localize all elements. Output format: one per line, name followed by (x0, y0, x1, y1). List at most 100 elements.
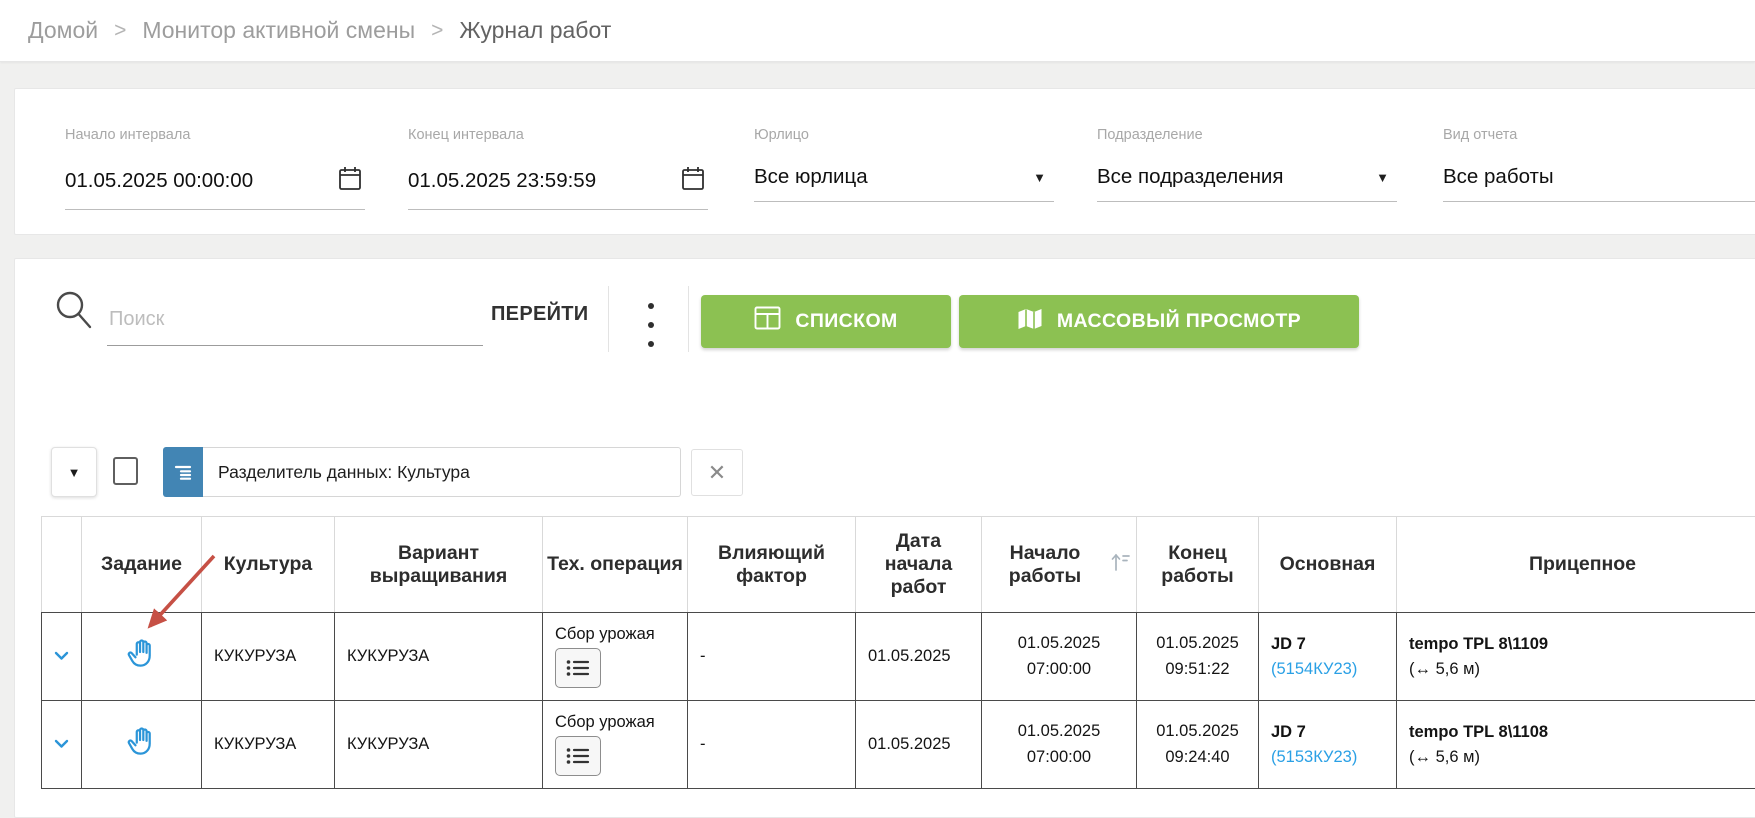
go-button[interactable]: ПЕРЕЙТИ (483, 299, 596, 330)
table-row: КУКУРУЗА КУКУРУЗА Сбор урожая - 01.05.20… (42, 701, 1755, 789)
breadcrumb-separator-icon: > (114, 19, 126, 43)
interval-end-input[interactable] (408, 169, 648, 193)
manual-task-hand-icon[interactable] (125, 724, 159, 763)
operation-details-button[interactable] (555, 648, 601, 688)
report-type-select[interactable]: Вид отчета Все работы (1443, 127, 1755, 202)
table-row: КУКУРУЗА КУКУРУЗА Сбор урожая - 01.05.20… (42, 613, 1755, 701)
work-end-cell: 01.05.2025 09:24:40 (1137, 701, 1259, 789)
division-select[interactable]: Подразделение Все подразделения ▼ (1097, 127, 1397, 202)
header-culture[interactable]: Культура (202, 517, 335, 613)
chevron-down-icon: ▼ (1033, 170, 1046, 185)
header-factor[interactable]: Влияющий фактор (688, 517, 856, 613)
report-type-value: Все работы (1443, 165, 1683, 189)
trailer-name: tempo TPL 8\1108 (1409, 720, 1755, 745)
work-start-cell: 01.05.2025 07:00:00 (982, 701, 1137, 789)
work-start-time: 07:00:00 (994, 657, 1124, 683)
group-expander-button[interactable]: ▼ (51, 447, 97, 497)
work-end-date: 01.05.2025 (1149, 719, 1246, 745)
legal-entity-label: Юрлицо (754, 127, 1054, 143)
data-separator-control: Разделитель данных: Культура (163, 447, 681, 497)
header-trailer[interactable]: Прицепное (1397, 517, 1755, 613)
work-start-date: 01.05.2025 (994, 631, 1124, 657)
sort-ascending-icon[interactable] (1110, 550, 1132, 580)
header-work-start-label: Начало работы (986, 542, 1104, 588)
search-icon (53, 287, 95, 336)
calendar-icon[interactable] (680, 165, 706, 197)
row-expand-chevron-icon[interactable] (54, 737, 69, 752)
work-end-time: 09:51:22 (1149, 657, 1246, 683)
breadcrumb-work-log: Журнал работ (459, 17, 611, 44)
variant-cell: КУКУРУЗА (335, 613, 543, 701)
search-input[interactable] (107, 293, 483, 346)
work-start-date: 01.05.2025 (994, 719, 1124, 745)
mass-view-button-label: МАССОВЫЙ ПРОСМОТР (1057, 310, 1301, 333)
work-log-panel: ПЕРЕЙТИ СПИСКОМ МАССОВЫЙ ПРОСМОТР ▼ Разд… (14, 258, 1755, 818)
table-header-row: Задание Культура Вариант выращивания Тех… (42, 517, 1755, 613)
interval-end-label: Конец интервала (408, 127, 708, 143)
header-variant[interactable]: Вариант выращивания (335, 517, 543, 613)
header-main-unit[interactable]: Основная (1259, 517, 1397, 613)
operation-label: Сбор урожая (555, 625, 675, 644)
bullet-list-icon (564, 745, 592, 767)
trailer-width: (↔ 5,6 м) (1409, 745, 1755, 770)
manual-task-hand-icon[interactable] (125, 636, 159, 675)
start-date-cell: 01.05.2025 (856, 613, 982, 701)
report-type-label: Вид отчета (1443, 127, 1755, 143)
triangle-down-icon: ▼ (68, 465, 81, 480)
list-view-button[interactable]: СПИСКОМ (701, 295, 951, 348)
main-unit-plate-link[interactable]: (5153КУ23) (1271, 745, 1384, 770)
main-unit-name: JD 7 (1271, 720, 1384, 745)
header-operation[interactable]: Тех. операция (543, 517, 688, 613)
mass-view-button[interactable]: МАССОВЫЙ ПРОСМОТР (959, 295, 1359, 348)
map-icon (1017, 307, 1043, 337)
variant-cell: КУКУРУЗА (335, 701, 543, 789)
main-unit-cell: JD 7 (5154КУ23) (1259, 613, 1397, 701)
row-expand-chevron-icon[interactable] (54, 649, 69, 664)
operation-details-button[interactable] (555, 736, 601, 776)
interval-start-input[interactable] (65, 169, 305, 193)
trailer-cell: tempo TPL 8\1108 (↔ 5,6 м) (1397, 701, 1755, 789)
breadcrumb: Домой > Монитор активной смены > Журнал … (0, 0, 1755, 62)
more-options-button[interactable] (639, 303, 663, 347)
trailer-name: tempo TPL 8\1109 (1409, 632, 1755, 657)
bullet-list-icon (564, 657, 592, 679)
legal-entity-select[interactable]: Юрлицо Все юрлица ▼ (754, 127, 1054, 202)
filters-panel: Начало интервала Конец интервала Юрлицо … (14, 88, 1755, 235)
breadcrumb-home[interactable]: Домой (28, 17, 98, 44)
header-start-date[interactable]: Дата начала работ (856, 517, 982, 613)
select-all-checkbox[interactable] (113, 457, 138, 485)
main-unit-cell: JD 7 (5153КУ23) (1259, 701, 1397, 789)
interval-start-label: Начало интервала (65, 127, 365, 143)
header-work-start[interactable]: Начало работы (982, 517, 1137, 613)
work-end-date: 01.05.2025 (1149, 631, 1246, 657)
work-start-time: 07:00:00 (994, 745, 1124, 771)
list-view-button-label: СПИСКОМ (795, 310, 897, 333)
interval-start-field: Начало интервала (65, 127, 365, 210)
interval-end-field: Конец интервала (408, 127, 708, 210)
culture-cell: КУКУРУЗА (202, 613, 335, 701)
division-value: Все подразделения (1097, 165, 1337, 189)
data-separator-field[interactable]: Разделитель данных: Культура (203, 447, 681, 497)
toolbar-divider (688, 286, 689, 352)
header-task: Задание (82, 517, 202, 613)
operation-cell: Сбор урожая (543, 613, 688, 701)
operation-label: Сбор урожая (555, 713, 675, 732)
close-icon[interactable]: ✕ (691, 449, 743, 496)
work-end-time: 09:24:40 (1149, 745, 1246, 771)
header-work-end[interactable]: Конец работы (1137, 517, 1259, 613)
factor-cell: - (688, 701, 856, 789)
trailer-width: (↔ 5,6 м) (1409, 657, 1755, 682)
width-arrow-icon: ↔ (1415, 660, 1432, 678)
header-expander (42, 517, 82, 613)
start-date-cell: 01.05.2025 (856, 701, 982, 789)
group-indent-icon-button[interactable] (163, 447, 203, 497)
operation-cell: Сбор урожая (543, 701, 688, 789)
breadcrumb-active-shift-monitor[interactable]: Монитор активной смены (142, 17, 415, 44)
work-start-cell: 01.05.2025 07:00:00 (982, 613, 1137, 701)
legal-entity-value: Все юрлица (754, 165, 994, 189)
width-arrow-icon: ↔ (1415, 748, 1432, 766)
work-log-table: Задание Культура Вариант выращивания Тех… (41, 516, 1755, 789)
work-end-cell: 01.05.2025 09:51:22 (1137, 613, 1259, 701)
main-unit-plate-link[interactable]: (5154КУ23) (1271, 657, 1384, 682)
calendar-icon[interactable] (337, 165, 363, 197)
